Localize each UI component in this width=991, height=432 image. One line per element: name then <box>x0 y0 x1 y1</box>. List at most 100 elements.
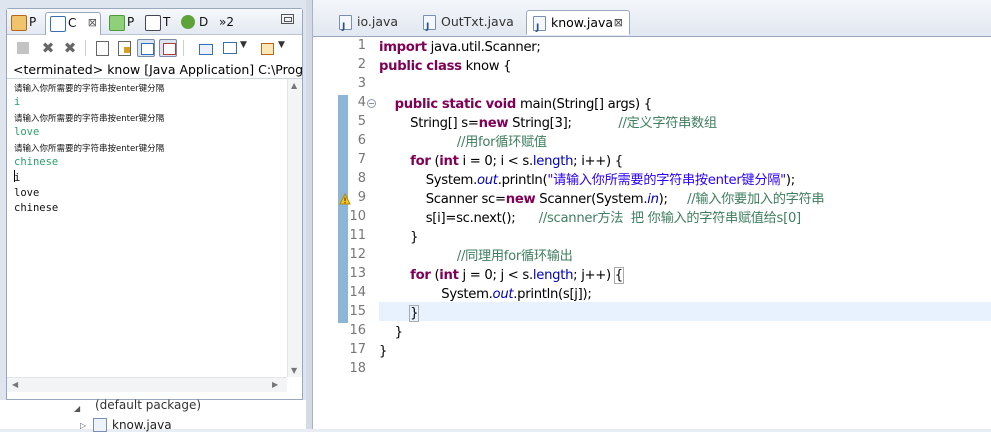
code-token: in <box>647 192 659 207</box>
code-token: //用for循环赋值 <box>456 135 547 150</box>
code-line[interactable]: for (int i = 0; i < s.length; i++) { <box>379 152 623 171</box>
terminate-icon[interactable] <box>17 42 29 54</box>
scroll-right-icon[interactable]: ▶ <box>272 380 278 389</box>
tab-console[interactable]: C ⊠ <box>45 12 101 35</box>
console-line: 请输入你所需要的字符串按enter键分隔 <box>14 84 165 94</box>
editor-tabs: io.java OutTxt.java know.java ⊠ <box>313 0 991 40</box>
code-line[interactable]: } <box>379 304 420 323</box>
code-token: length <box>532 268 574 283</box>
warning-icon[interactable] <box>339 193 351 205</box>
code-line[interactable]: //同理用for循环输出 <box>379 247 573 266</box>
horizontal-scrollbar[interactable]: ◀ ▶ <box>7 377 287 392</box>
console-toolbar: ✖ ✖ ▼ ▼ <box>7 35 302 61</box>
code-token: ); <box>785 173 795 188</box>
tab-package-explorer[interactable]: P <box>7 12 43 32</box>
code-token: out <box>476 173 498 188</box>
code-line[interactable]: Scanner sc=new Scanner(System.in); //输入你… <box>379 190 825 209</box>
console-line: 请输入你所需要的字符串按enter键分隔 <box>14 114 165 124</box>
code-line[interactable]: public class know { <box>379 57 512 76</box>
code-token: static <box>441 97 482 112</box>
tab-debug[interactable]: D <box>177 12 213 32</box>
tab-outtxt-java[interactable]: OutTxt.java <box>417 10 514 39</box>
line-number: 6 <box>357 133 366 148</box>
line-number: 12 <box>349 247 366 262</box>
code-token: ( <box>430 268 440 283</box>
code-token: } <box>379 325 403 340</box>
code-token: ); <box>658 192 688 207</box>
vertical-scrollbar[interactable]: ▲ ▼ <box>287 79 302 377</box>
remove-all-terminated-icon[interactable]: ✖ <box>61 39 79 57</box>
scroll-down-icon[interactable]: ▼ <box>291 366 297 375</box>
code-token: } <box>409 305 420 322</box>
console-output[interactable]: 请输入你所需要的字符串按enter键分隔 i 请输入你所需要的字符串按enter… <box>7 80 287 376</box>
close-icon[interactable]: ⊠ <box>88 13 97 33</box>
fold-collapse-icon[interactable]: − <box>367 99 376 108</box>
code-token: //定义字符串数组 <box>618 116 717 131</box>
tab-io-java[interactable]: io.java <box>333 10 409 39</box>
tab-tasks[interactable]: T <box>141 12 175 32</box>
tree-item-package[interactable]: (default package) <box>95 398 201 412</box>
code-token: System. <box>379 287 493 302</box>
package-tree: ◢ (default package) ▷ know.java <box>0 398 306 432</box>
tree-item-file[interactable]: know.java <box>112 418 172 432</box>
package-explorer-icon <box>11 15 27 31</box>
code-line[interactable]: } <box>379 228 418 247</box>
console-line: 请输入你所需要的字符串按enter键分隔 <box>14 144 165 154</box>
scroll-left-icon[interactable]: ◀ <box>12 380 18 389</box>
scroll-lock-icon[interactable] <box>115 39 133 57</box>
line-number: 4 <box>357 95 366 110</box>
console-line: chinese <box>14 202 59 214</box>
chevron-down-icon[interactable]: ▼ <box>240 40 247 50</box>
line-number: 10 <box>349 209 366 224</box>
code-line[interactable]: //用for循环赋值 <box>379 133 547 152</box>
text-cursor <box>14 170 15 182</box>
code-token: "请输入你所需要的字符串按enter键分隔" <box>547 173 786 188</box>
code-token: class <box>426 59 462 74</box>
code-line[interactable]: System.out.println("请输入你所需要的字符串按enter键分隔… <box>379 171 795 190</box>
code-token: //scanner方法 把 你输入的字符串赋值给s[0] <box>538 211 802 226</box>
line-number: 1 <box>357 38 366 53</box>
line-number: 15 <box>349 304 366 319</box>
show-on-stdout-icon[interactable] <box>137 39 155 57</box>
overflow-icon: »2 <box>219 15 234 29</box>
open-console-icon[interactable] <box>259 39 277 57</box>
code-token: java.util.Scanner; <box>426 40 541 55</box>
code-line[interactable]: public static void main(String[] args) { <box>379 95 653 114</box>
line-number: 11 <box>349 228 366 243</box>
tab-know-java[interactable]: know.java ⊠ <box>526 10 630 40</box>
tab-overflow[interactable]: »2 <box>213 12 243 32</box>
scroll-up-icon[interactable]: ▲ <box>291 81 297 90</box>
chevron-down-icon[interactable]: ▼ <box>278 40 285 50</box>
display-selected-console-icon[interactable] <box>221 39 239 57</box>
left-panel: P C ⊠ P T D »2 ✖ ✖ ▼ ▼ <terminated> know… <box>0 0 306 432</box>
code-token: //输入你要加入的字符串 <box>687 192 825 207</box>
tab-label: OutTxt.java <box>441 14 514 29</box>
code-line[interactable]: for (int j = 0; j < s.length; j++) { <box>379 266 624 285</box>
tab-progress[interactable]: P <box>105 12 139 32</box>
tab-label: T <box>163 15 171 29</box>
code-line[interactable]: import java.util.Scanner; <box>379 38 541 57</box>
line-number: 17 <box>349 342 366 357</box>
code-token: ; i++) { <box>573 154 623 169</box>
code-line[interactable]: s[i]=sc.next(); //scanner方法 把 你输入的字符串赋值给… <box>379 209 802 228</box>
code-token: .println( <box>497 173 548 188</box>
code-token: j = 0; j < s. <box>458 268 534 283</box>
close-icon[interactable]: ⊠ <box>614 11 623 35</box>
expand-triangle-icon[interactable]: ◢ <box>74 404 80 413</box>
code-token: ( <box>430 154 440 169</box>
remove-launch-icon[interactable]: ✖ <box>39 39 57 57</box>
code-line[interactable]: System.out.println(s[j]); <box>379 285 592 304</box>
java-file-icon <box>533 16 546 40</box>
code-line[interactable]: } <box>379 323 403 342</box>
code-line[interactable]: String[] s=new String[3]; //定义字符串数组 <box>379 114 717 133</box>
clear-console-icon[interactable] <box>93 39 111 57</box>
code-line[interactable]: } <box>379 342 387 361</box>
code-token: String[] s= <box>379 116 479 131</box>
pin-console-icon[interactable] <box>197 39 215 57</box>
code-token: for <box>410 268 431 283</box>
show-on-stderr-icon[interactable] <box>159 39 177 57</box>
restore-view-button[interactable] <box>281 14 294 24</box>
